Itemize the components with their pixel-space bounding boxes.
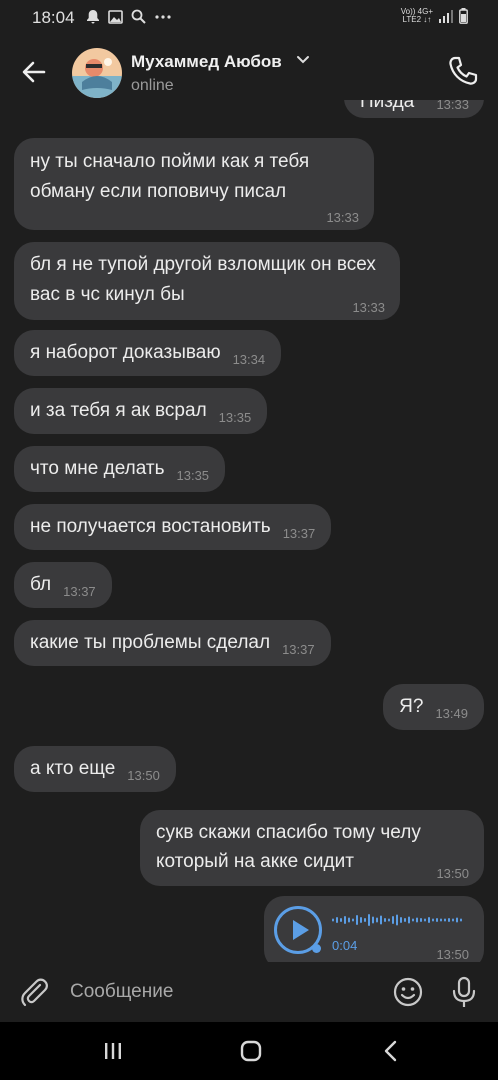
message-text: не получается востановить <box>30 516 271 537</box>
message-bubble[interactable]: бл 13:37 <box>14 562 112 608</box>
waveform-bar <box>404 918 406 922</box>
contact-status: online <box>131 77 174 94</box>
message-text: я наборот доказываю <box>30 342 221 363</box>
waveform-bar <box>396 914 398 926</box>
message-bubble[interactable]: какие ты проблемы сделал 13:37 <box>14 620 331 666</box>
waveform-bar <box>456 917 458 923</box>
message-bubble[interactable]: а кто еще 13:50 <box>14 746 176 792</box>
voice-progress-dot <box>312 944 321 953</box>
waveform-bar <box>392 916 394 924</box>
waveform-bar <box>444 918 446 922</box>
emoji-icon[interactable] <box>392 976 424 1008</box>
waveform-bar <box>352 918 354 922</box>
status-bar: 18:04 Vo)) 4G+ LTE2 ↓↑ <box>0 0 498 36</box>
message-time: 13:37 <box>282 526 316 541</box>
waveform-bar <box>420 918 422 922</box>
back-icon[interactable] <box>376 1038 406 1064</box>
waveform[interactable] <box>332 910 468 930</box>
message-text: а кто еще <box>30 758 116 779</box>
phone-icon[interactable] <box>446 54 480 88</box>
waveform-bar <box>452 918 454 922</box>
back-arrow-icon[interactable] <box>18 56 50 88</box>
message-bubble-outgoing[interactable]: сукв скажи спасибо тому челу который на … <box>140 810 484 886</box>
message-list[interactable]: Пизда 13:33 ну ты сначало пойми как я те… <box>0 100 498 962</box>
message-time: 13:50 <box>127 768 160 783</box>
network-label: Vo)) 4G+ LTE2 ↓↑ <box>400 7 433 24</box>
message-bubble[interactable]: и за тебя я ак всрал 13:35 <box>14 388 268 434</box>
waveform-bar <box>344 916 346 924</box>
message-time: 13:50 <box>436 947 469 962</box>
message-text: Я? <box>399 696 424 717</box>
message-bubble-outgoing[interactable]: Я? 13:49 <box>383 684 484 730</box>
image-icon <box>108 9 123 24</box>
system-navbar <box>0 1022 498 1080</box>
message-time: 13:37 <box>63 584 96 599</box>
waveform-bar <box>340 918 342 922</box>
message-time: 13:33 <box>326 210 359 225</box>
chevron-down-icon[interactable] <box>296 55 310 65</box>
waveform-bar <box>364 918 366 922</box>
contact-name[interactable]: Мухаммед Аюбов <box>131 52 282 72</box>
paperclip-icon[interactable] <box>18 976 50 1008</box>
message-bubble[interactable]: что мне делать 13:35 <box>14 446 226 492</box>
message-time: 13:35 <box>176 468 210 483</box>
microphone-icon[interactable] <box>448 975 480 1009</box>
waveform-bar <box>368 914 370 926</box>
avatar-image <box>72 48 122 98</box>
message-time: 13:33 <box>352 300 385 315</box>
home-icon[interactable] <box>236 1038 266 1064</box>
message-bubble[interactable]: бл я не тупой другой взломщик он всех ва… <box>14 242 400 320</box>
message-input[interactable] <box>70 979 370 1005</box>
waveform-bar <box>336 917 338 923</box>
waveform-bar <box>424 918 426 922</box>
waveform-bar <box>428 917 430 923</box>
waveform-bar <box>460 918 462 922</box>
message-bubble[interactable]: не получается востановить 13:37 <box>14 504 332 550</box>
battery-icon <box>459 8 468 24</box>
waveform-bar <box>448 918 450 922</box>
waveform-bar <box>384 918 386 922</box>
message-text: бл <box>30 574 52 595</box>
waveform-bar <box>388 918 390 922</box>
message-bubble[interactable]: я наборот доказываю 13:34 <box>14 330 282 376</box>
message-text: бл я не тупой другой взломщик он всех ва… <box>30 254 376 305</box>
message-time: 13:50 <box>436 866 469 881</box>
waveform-bar <box>408 916 410 924</box>
status-time: 18:04 <box>32 8 75 27</box>
message-time: 13:49 <box>435 706 468 721</box>
waveform-bar <box>436 918 438 922</box>
waveform-bar <box>416 917 418 923</box>
message-time: 13:37 <box>282 642 315 657</box>
voice-duration: 0:04 <box>332 938 358 953</box>
waveform-bar <box>432 918 434 922</box>
chat-header: Мухаммед Аюбов online <box>0 36 498 108</box>
notification-bell-icon <box>87 10 99 24</box>
waveform-bar <box>376 917 378 923</box>
signal-icon <box>439 10 453 23</box>
waveform-bar <box>360 917 362 923</box>
message-text: и за тебя я ак всрал <box>30 400 207 421</box>
waveform-bar <box>400 917 402 923</box>
waveform-bar <box>372 916 374 924</box>
waveform-bar <box>356 915 358 925</box>
waveform-bar <box>348 917 350 923</box>
message-text: что мне делать <box>30 458 165 479</box>
message-time: 13:34 <box>232 352 266 367</box>
message-bubble-partial[interactable]: Пизда 13:33 <box>344 100 484 118</box>
message-text: какие ты проблемы сделал <box>30 632 271 653</box>
recent-apps-icon[interactable] <box>98 1038 128 1064</box>
message-time: 13:35 <box>218 410 252 425</box>
message-bubble[interactable]: ну ты сначало пойми как я тебя обману ес… <box>14 138 374 230</box>
more-dots-icon <box>155 14 171 19</box>
message-composer <box>0 962 498 1022</box>
voice-message[interactable]: 0:04 13:50 <box>264 896 484 962</box>
message-text: ну ты сначало пойми как я тебя обману ес… <box>30 151 310 202</box>
waveform-bar <box>412 918 414 922</box>
avatar[interactable] <box>72 48 122 98</box>
waveform-bar <box>440 918 442 922</box>
message-text: сукв скажи спасибо тому челу который на … <box>156 822 421 872</box>
waveform-bar <box>332 918 334 922</box>
search-icon <box>131 9 146 24</box>
waveform-bar <box>380 915 382 925</box>
